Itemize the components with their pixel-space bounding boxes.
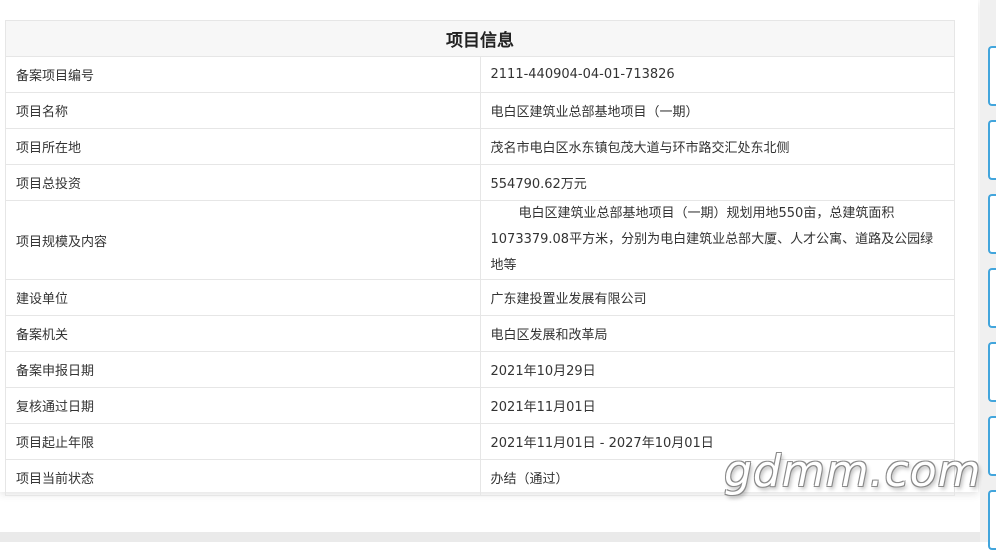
row-value-review-date: 2021年11月01日 (479, 387, 955, 424)
row-value-submit-date: 2021年10月29日 (479, 351, 955, 388)
row-label-builder: 建设单位 (5, 279, 481, 316)
row-value-location: 茂名市电白区水东镇包茂大道与环市路交汇处东北侧 (479, 128, 955, 165)
side-tab[interactable] (988, 268, 996, 328)
row-label-location: 项目所在地 (5, 128, 481, 165)
row-label-total-investment: 项目总投资 (5, 164, 481, 201)
row-label-submit-date: 备案申报日期 (5, 351, 481, 388)
side-tab[interactable] (988, 46, 996, 106)
table-row: 项目规模及内容 电白区建筑业总部基地项目（一期）规划用地550亩，总建筑面积10… (5, 200, 955, 280)
table-row: 备案项目编号 2111-440904-04-01-713826 (5, 56, 955, 93)
side-tab[interactable] (988, 194, 996, 254)
side-tab[interactable] (988, 490, 996, 550)
table-row: 项目名称 电白区建筑业总部基地项目（一期） (5, 92, 955, 129)
table-row: 项目总投资 554790.62万元 (5, 164, 955, 201)
side-tab[interactable] (988, 342, 996, 402)
row-label-period: 项目起止年限 (5, 423, 481, 460)
row-value-project-name: 电白区建筑业总部基地项目（一期） (479, 92, 955, 129)
table-header-row: 项目信息 (5, 20, 955, 57)
table-row: 项目所在地 茂名市电白区水东镇包茂大道与环市路交汇处东北侧 (5, 128, 955, 165)
row-value-builder: 广东建投置业发展有限公司 (479, 279, 955, 316)
row-value-record-number: 2111-440904-04-01-713826 (479, 56, 955, 93)
table-title: 项目信息 (5, 20, 955, 57)
table-row: 备案申报日期 2021年10月29日 (5, 351, 955, 388)
table-row: 备案机关 电白区发展和改革局 (5, 315, 955, 352)
table-row: 复核通过日期 2021年11月01日 (5, 387, 955, 424)
row-label-status: 项目当前状态 (5, 459, 481, 496)
row-label-scope: 项目规模及内容 (5, 200, 481, 280)
row-label-authority: 备案机关 (5, 315, 481, 352)
row-label-project-name: 项目名称 (5, 92, 481, 129)
row-value-total-investment: 554790.62万元 (479, 164, 955, 201)
project-info-panel: 项目信息 备案项目编号 2111-440904-04-01-713826 项目名… (0, 0, 978, 496)
row-value-authority: 电白区发展和改革局 (479, 315, 955, 352)
bottom-divider (0, 532, 980, 542)
row-value-scope: 电白区建筑业总部基地项目（一期）规划用地550亩，总建筑面积1073379.08… (479, 200, 955, 280)
site-watermark: gdmm.com (724, 446, 982, 497)
row-label-review-date: 复核通过日期 (5, 387, 481, 424)
project-info-table: 项目信息 备案项目编号 2111-440904-04-01-713826 项目名… (5, 20, 955, 496)
side-tab[interactable] (988, 120, 996, 180)
row-label-record-number: 备案项目编号 (5, 56, 481, 93)
table-row: 建设单位 广东建投置业发展有限公司 (5, 279, 955, 316)
side-tab[interactable] (988, 416, 996, 476)
